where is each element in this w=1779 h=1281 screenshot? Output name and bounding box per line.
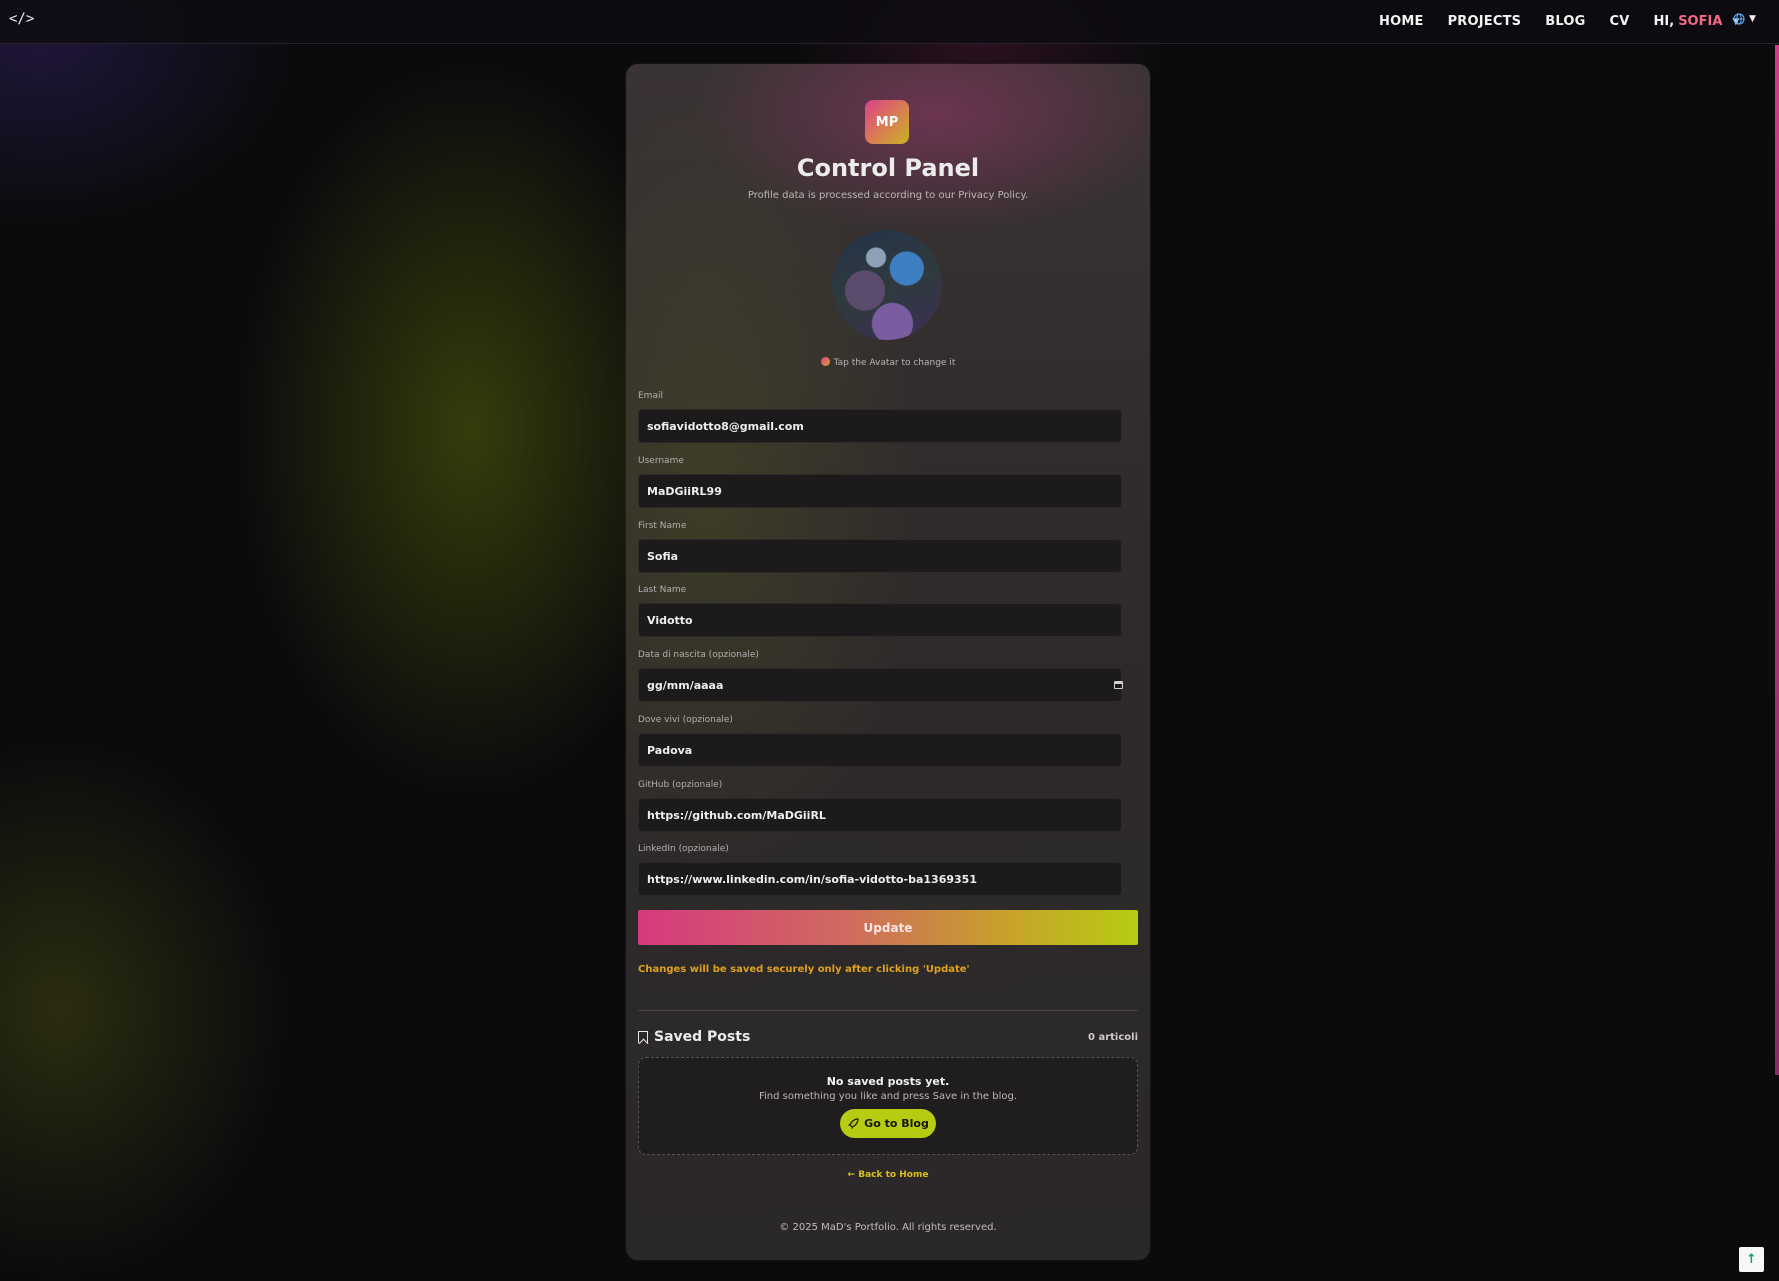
scroll-to-top-button[interactable]: ↑ — [1739, 1247, 1764, 1272]
avatar[interactable] — [832, 230, 942, 340]
github-label: GitHub (opzionale) — [638, 780, 723, 790]
back-to-home-link[interactable]: ← Back to Home — [626, 1170, 1150, 1180]
email-field[interactable] — [638, 409, 1122, 443]
bookmark-icon — [638, 1031, 648, 1043]
greeting-text: HI, — [1653, 14, 1675, 29]
site-badge: MP — [865, 100, 909, 144]
go-to-blog-label: Go to Blog — [864, 1117, 929, 1130]
language-selector[interactable]: ▼ — [1733, 13, 1756, 25]
save-note: Changes will be saved securely only afte… — [638, 964, 970, 975]
linkedin-label: LinkedIn (opzionale) — [638, 844, 729, 854]
nav-link-blog[interactable]: BLOG — [1545, 14, 1585, 29]
top-navbar: </> HOME PROJECTS BLOG CV HI, SOFIA ▼ ▼ — [0, 0, 1779, 44]
saved-posts-count: 0 articoli — [1088, 1031, 1138, 1043]
calendar-icon[interactable] — [1114, 681, 1123, 689]
page-title: Control Panel — [796, 154, 980, 182]
username-field[interactable] — [638, 474, 1122, 508]
location-field[interactable] — [638, 733, 1122, 767]
saved-posts-title: Saved Posts — [654, 1029, 751, 1045]
footer-copyright: © 2025 MaD's Portfolio. All rights reser… — [779, 1222, 997, 1233]
avatar-hint-dot-icon — [820, 357, 830, 366]
username-label: Username — [638, 456, 684, 466]
first-name-field[interactable] — [638, 539, 1122, 573]
privacy-note: Profile data is processed according to o… — [747, 190, 1029, 201]
nav-links: HOME PROJECTS BLOG CV HI, SOFIA ▼ — [1379, 0, 1739, 43]
birth-date-field[interactable] — [638, 668, 1122, 702]
empty-subtitle: Find something you like and press Save i… — [758, 1091, 1018, 1102]
last-name-label: Last Name — [638, 585, 687, 595]
saved-posts-header: Saved Posts 0 articoli — [638, 1029, 1138, 1045]
saved-posts-empty-state: No saved posts yet. Find something you l… — [638, 1057, 1138, 1155]
birth-date-label: Data di nascita (opzionale) — [638, 650, 759, 660]
scrollbar[interactable] — [1775, 45, 1779, 1075]
divider — [638, 1010, 1138, 1011]
location-label: Dove vivi (opzionale) — [638, 715, 733, 725]
empty-title: No saved posts yet. — [826, 1075, 950, 1088]
nav-link-cv[interactable]: CV — [1610, 14, 1630, 29]
control-panel-card: MP Control Panel Profile data is process… — [626, 64, 1150, 1260]
update-button[interactable]: Update — [638, 910, 1138, 945]
arrow-up-icon: ↑ — [1746, 1252, 1757, 1267]
linkedin-field[interactable] — [638, 862, 1122, 896]
chevron-down-icon: ▼ — [1749, 14, 1756, 24]
last-name-field[interactable] — [638, 603, 1122, 637]
nav-link-projects[interactable]: PROJECTS — [1448, 14, 1522, 29]
user-name: SOFIA — [1678, 14, 1723, 29]
email-label: Email — [638, 391, 663, 401]
avatar-hint: Tap the Avatar to change it — [626, 357, 1150, 368]
go-to-blog-button[interactable]: Go to Blog — [840, 1109, 936, 1138]
globe-icon — [1733, 13, 1745, 25]
first-name-label: First Name — [638, 521, 687, 531]
code-logo-icon[interactable]: </> — [9, 11, 34, 27]
nav-link-home[interactable]: HOME — [1379, 14, 1424, 29]
rocket-icon — [848, 1117, 859, 1129]
github-field[interactable] — [638, 798, 1122, 832]
avatar-hint-text: Tap the Avatar to change it — [833, 358, 956, 368]
user-menu[interactable]: HI, SOFIA ▼ — [1654, 14, 1740, 29]
